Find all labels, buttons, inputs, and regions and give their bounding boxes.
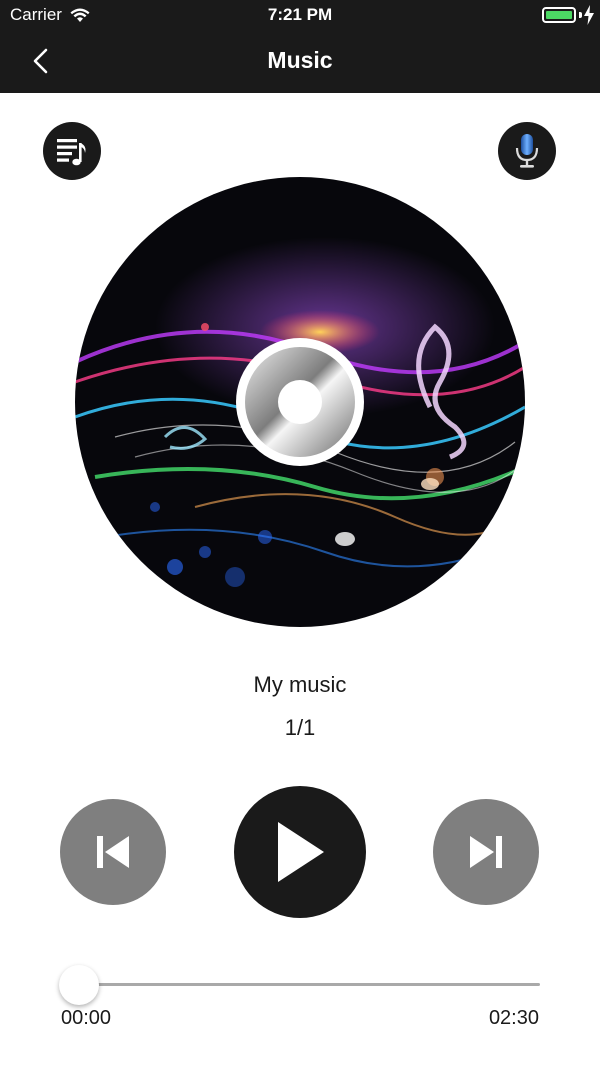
track-title: My music — [253, 672, 347, 697]
skip-next-icon — [470, 836, 502, 868]
previous-button[interactable] — [60, 799, 166, 905]
playlist-button[interactable] — [43, 122, 101, 180]
page-title: Music — [267, 47, 333, 73]
elapsed-time: 00:00 — [61, 1007, 112, 1029]
playlist-icon — [57, 139, 86, 166]
total-duration: 02:30 — [488, 1007, 539, 1029]
next-button[interactable] — [433, 799, 539, 905]
top-bar: Carrier 7:21 PM Music — [0, 0, 600, 93]
play-icon — [278, 822, 324, 882]
charging-bolt-icon — [584, 5, 594, 25]
track-index: 1/1 — [284, 715, 316, 740]
microphone-button[interactable] — [498, 122, 556, 180]
microphone-icon — [515, 134, 539, 168]
progress-track[interactable] — [79, 983, 540, 986]
skip-previous-icon — [97, 836, 129, 868]
album-art-disc — [75, 177, 525, 627]
progress-thumb[interactable] — [59, 965, 99, 1005]
play-button[interactable] — [234, 786, 366, 918]
battery-level — [546, 11, 572, 19]
battery-tip — [579, 12, 582, 18]
battery-icon — [542, 7, 576, 23]
status-time: 7:21 PM — [267, 5, 333, 24]
music-player-screen: Carrier 7:21 PM Music My music 1/1 00:00… — [0, 0, 600, 1067]
